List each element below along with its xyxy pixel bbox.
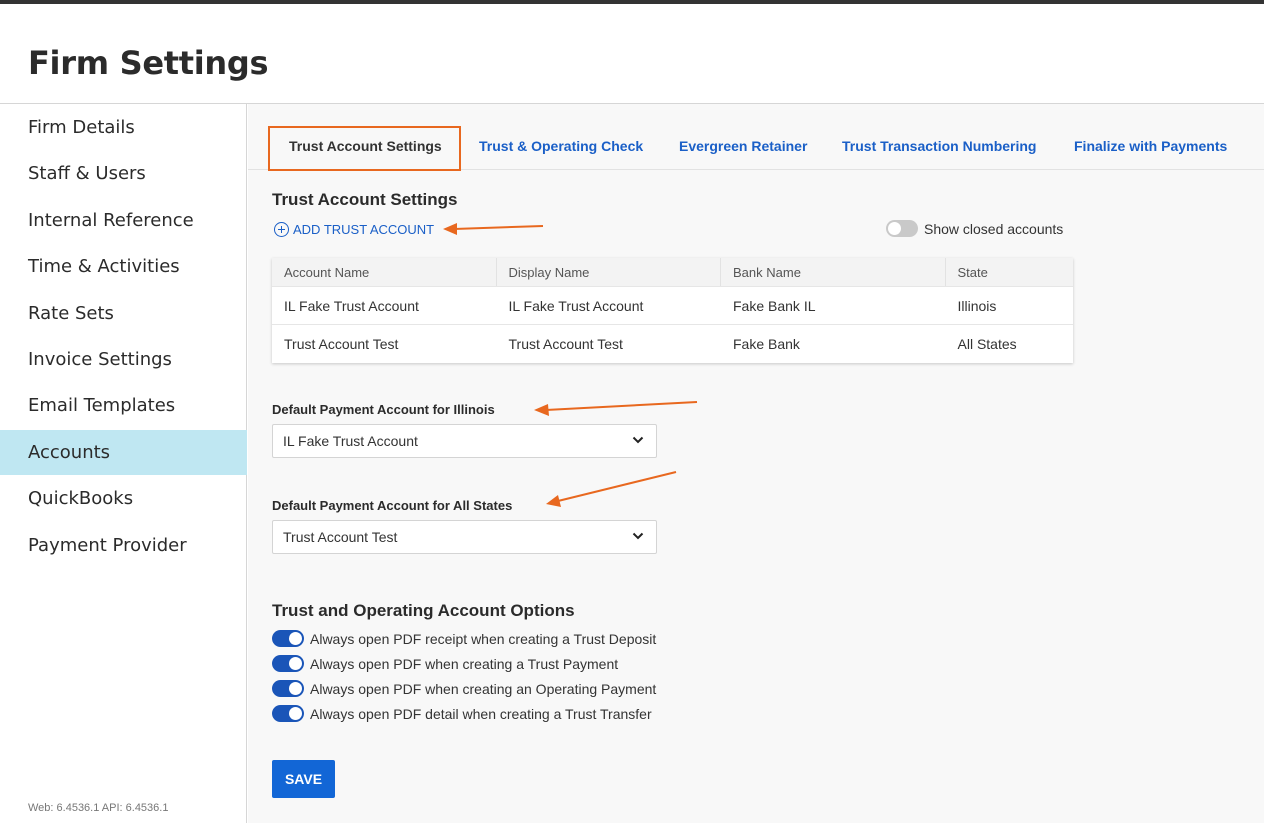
option-operating-payment-pdf[interactable]: Always open PDF when creating an Operati… (272, 680, 656, 697)
sidebar-item-staff-users[interactable]: Staff & Users (0, 151, 247, 196)
sidebar-item-firm-details[interactable]: Firm Details (0, 105, 247, 150)
version-label: Web: 6.4536.1 API: 6.4536.1 (28, 802, 169, 814)
default-all-states-select[interactable]: Trust Account Test (272, 520, 657, 554)
table-header-row: Account Name Display Name Bank Name Stat… (272, 258, 1073, 287)
tab-finalize-with-payments[interactable]: Finalize with Payments (1074, 138, 1227, 154)
plus-circle-icon (274, 222, 289, 237)
cell-display-name: IL Fake Trust Account (508, 297, 644, 314)
sidebar-item-rate-sets[interactable]: Rate Sets (0, 291, 247, 336)
option-trust-transfer-pdf[interactable]: Always open PDF detail when creating a T… (272, 705, 652, 722)
option-label: Always open PDF detail when creating a T… (310, 705, 652, 722)
sidebar-item-invoice-settings[interactable]: Invoice Settings (0, 337, 247, 382)
tab-trust-transaction-numbering[interactable]: Trust Transaction Numbering (842, 138, 1036, 154)
cell-state: Illinois (957, 297, 997, 314)
toggle-switch-on[interactable] (272, 630, 304, 647)
cell-account-name: Trust Account Test (284, 336, 399, 352)
show-closed-toggle[interactable]: Show closed accounts (886, 220, 1063, 237)
tab-trust-operating-check[interactable]: Trust & Operating Check (479, 138, 643, 154)
table-row[interactable]: IL Fake Trust Account IL Fake Trust Acco… (272, 287, 1073, 325)
tab-bar: Trust Account Settings Trust & Operating… (248, 104, 1264, 171)
top-bar (0, 0, 1264, 4)
tab-trust-account-settings[interactable]: Trust Account Settings (289, 138, 442, 154)
option-trust-payment-pdf[interactable]: Always open PDF when creating a Trust Pa… (272, 655, 618, 672)
show-closed-label: Show closed accounts (924, 220, 1064, 237)
column-header-state[interactable]: State (946, 258, 1073, 286)
cell-account-name: IL Fake Trust Account (284, 297, 419, 314)
cell-state: All States (957, 336, 1017, 352)
sidebar-item-time-activities[interactable]: Time & Activities (0, 244, 247, 289)
sidebar-item-quickbooks[interactable]: QuickBooks (0, 476, 247, 521)
column-header-bank-name[interactable]: Bank Name (721, 258, 946, 286)
toggle-switch-off[interactable] (886, 220, 918, 237)
chevron-down-icon (632, 532, 644, 540)
sidebar-item-payment-provider[interactable]: Payment Provider (0, 523, 247, 568)
tab-evergreen-retainer[interactable]: Evergreen Retainer (679, 138, 807, 154)
sidebar-item-accounts[interactable]: Accounts (0, 430, 247, 475)
add-trust-account-label: ADD TRUST ACCOUNT (293, 222, 435, 237)
cell-bank-name: Fake Bank IL (733, 297, 816, 314)
options-title: Trust and Operating Account Options (272, 601, 575, 620)
main-content: Trust Account Settings Trust & Operating… (248, 104, 1264, 823)
sidebar: Firm Details Staff & Users Internal Refe… (0, 104, 247, 823)
option-trust-deposit-pdf[interactable]: Always open PDF receipt when creating a … (272, 630, 656, 647)
column-header-account-name[interactable]: Account Name (272, 258, 497, 286)
cell-bank-name: Fake Bank (733, 336, 800, 352)
option-label: Always open PDF when creating a Trust Pa… (310, 655, 619, 672)
option-label: Always open PDF when creating an Operati… (310, 680, 657, 697)
page-title: Firm Settings (28, 44, 269, 82)
default-all-states-value: Trust Account Test (283, 529, 398, 545)
column-header-display-name[interactable]: Display Name (497, 258, 721, 286)
save-button[interactable]: SAVE (272, 760, 335, 798)
default-illinois-select[interactable]: IL Fake Trust Account (272, 424, 657, 458)
toggle-switch-on[interactable] (272, 680, 304, 697)
default-illinois-value: IL Fake Trust Account (283, 433, 418, 449)
cell-display-name: Trust Account Test (508, 336, 623, 352)
chevron-down-icon (632, 436, 644, 444)
trust-accounts-table: Account Name Display Name Bank Name Stat… (272, 258, 1073, 363)
option-label: Always open PDF receipt when creating a … (310, 630, 657, 647)
trust-settings-title: Trust Account Settings (272, 190, 458, 209)
sidebar-item-internal-reference[interactable]: Internal Reference (0, 198, 247, 243)
add-trust-account-button[interactable]: ADD TRUST ACCOUNT (274, 222, 434, 237)
default-all-states-label: Default Payment Account for All States (272, 498, 513, 513)
toggle-switch-on[interactable] (272, 705, 304, 722)
toggle-switch-on[interactable] (272, 655, 304, 672)
table-row[interactable]: Trust Account Test Trust Account Test Fa… (272, 325, 1073, 363)
default-illinois-label: Default Payment Account for Illinois (272, 402, 495, 417)
sidebar-item-email-templates[interactable]: Email Templates (0, 383, 247, 428)
